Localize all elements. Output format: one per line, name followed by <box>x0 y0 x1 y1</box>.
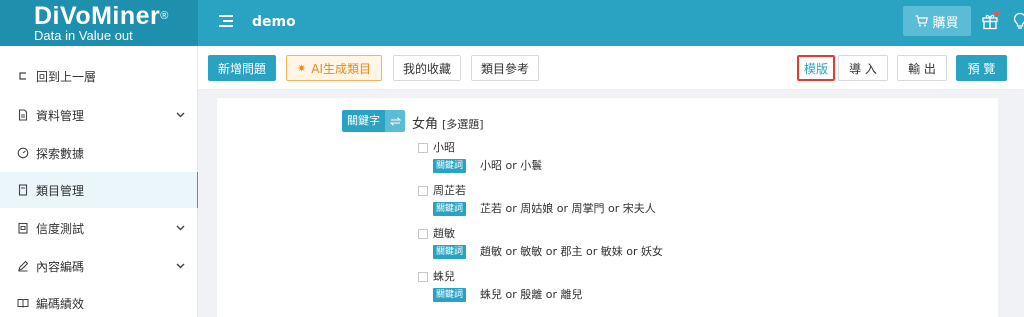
option-keyword-expression: 小昭 or 小鬟 <box>480 159 543 172</box>
ai-generate-label: AI生成類目 <box>311 61 371 76</box>
sidebar-item-label: 內容編碼 <box>36 259 85 274</box>
clipboard-icon <box>18 222 28 234</box>
sidebar-item-back[interactable]: 回到上一層 <box>0 58 198 94</box>
option-keyword-tag: 關鍵詞 <box>433 202 467 216</box>
lightbulb-icon[interactable] <box>1013 12 1024 30</box>
logo-tagline: Data in Value out <box>34 28 133 43</box>
buy-button-label: 購買 <box>932 15 959 31</box>
option-keyword-tag: 關鍵詞 <box>433 159 467 173</box>
question-type: [多選題] <box>442 118 484 131</box>
chevron-down-icon <box>176 112 185 118</box>
option-keyword-expression: 趙敏 or 敏敏 or 郡主 or 敏妹 or 妖女 <box>480 245 663 258</box>
project-name: demo <box>252 14 296 30</box>
option-keyword-tag: 關鍵詞 <box>433 245 467 259</box>
option-label: 小昭 <box>433 141 455 154</box>
my-favorites-button[interactable]: 我的收藏 <box>393 55 461 81</box>
sidebar-item-label: 資料管理 <box>36 108 85 123</box>
menu-indent-icon[interactable] <box>219 15 233 27</box>
option-keyword-expression: 芷若 or 周姑娘 or 周掌門 or 宋夫人 <box>480 202 656 215</box>
import-button[interactable]: 導 入 <box>838 55 888 81</box>
top-header: DiVoMiner® Data in Value out demo 購買 <box>0 0 1024 46</box>
sidebar-item-label: 信度測試 <box>36 221 85 236</box>
gauge-icon <box>17 147 29 159</box>
keyword-tag-label: 關鍵字 <box>342 110 385 132</box>
category-reference-button[interactable]: 類目參考 <box>471 55 539 81</box>
file-icon <box>18 184 28 196</box>
toolbar: 新增問題 ✷ AI生成類目 我的收藏 類目參考 模版 導 入 輸 出 預 覽 <box>198 46 1024 90</box>
document-icon <box>18 109 28 121</box>
sidebar-item-data-management[interactable]: 資料管理 <box>0 97 198 133</box>
chevron-down-icon <box>176 263 185 269</box>
return-icon <box>19 72 26 80</box>
swap-icon[interactable] <box>385 110 405 132</box>
cart-icon <box>915 15 929 27</box>
pen-icon <box>18 260 29 272</box>
add-question-button[interactable]: 新增問題 <box>208 55 276 81</box>
option-label: 蛛兒 <box>433 270 455 283</box>
sidebar-item-content-coding[interactable]: 內容編碼 <box>0 248 198 284</box>
sparkle-icon: ✷ <box>297 61 307 75</box>
sidebar-item-label: 類目管理 <box>36 183 85 198</box>
question-title: 女角 [多選題] <box>412 113 484 132</box>
keyword-tag[interactable]: 關鍵字 <box>342 110 405 132</box>
sidebar-item-label: 編碼績效 <box>36 296 85 311</box>
option-checkbox[interactable] <box>418 143 428 153</box>
logo-registered-mark: ® <box>160 10 169 22</box>
sidebar-item-explore-data[interactable]: 探索數據 <box>0 135 198 171</box>
sidebar-item-label: 回到上一層 <box>36 69 97 84</box>
template-button[interactable]: 模版 <box>797 55 835 81</box>
logo[interactable]: DiVoMiner® Data in Value out <box>0 0 198 46</box>
preview-button[interactable]: 預 覽 <box>956 55 1007 81</box>
option-label: 趙敏 <box>433 227 455 240</box>
sidebar-item-reliability-test[interactable]: 信度測試 <box>0 210 198 246</box>
book-icon <box>17 299 29 308</box>
notification-dot <box>994 11 999 16</box>
sidebar-item-category-management[interactable]: 類目管理 <box>0 172 199 208</box>
option-checkbox[interactable] <box>418 186 428 196</box>
option-label: 周芷若 <box>433 184 466 197</box>
chevron-down-icon <box>176 225 185 231</box>
export-button[interactable]: 輸 出 <box>897 55 947 81</box>
sidebar: 回到上一層 資料管理 探索數據 類目管理 信度測試 內容編碼 編碼績效 <box>0 46 199 317</box>
option-checkbox[interactable] <box>418 272 428 282</box>
option-checkbox[interactable] <box>418 229 428 239</box>
logo-text: DiVoMiner <box>34 2 161 30</box>
buy-button[interactable]: 購買 <box>903 6 971 36</box>
option-keyword-tag: 關鍵詞 <box>433 288 467 302</box>
ai-generate-button[interactable]: ✷ AI生成類目 <box>286 55 382 81</box>
sidebar-item-coding-performance[interactable]: 編碼績效 <box>0 285 198 317</box>
question-title-text: 女角 <box>412 117 439 132</box>
option-keyword-expression: 蛛兒 or 殷離 or 離兒 <box>480 288 583 301</box>
sidebar-item-label: 探索數據 <box>36 146 85 161</box>
